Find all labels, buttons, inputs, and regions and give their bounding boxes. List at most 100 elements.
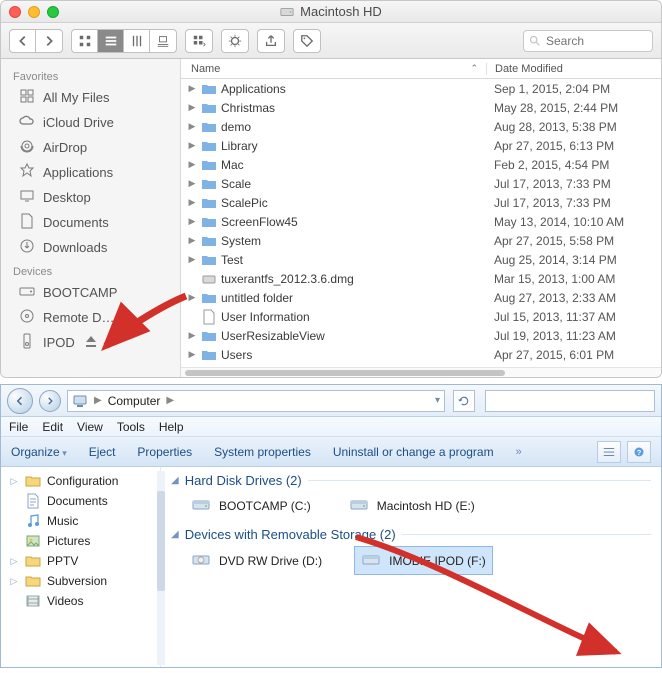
search-input[interactable] bbox=[523, 30, 653, 52]
view-options-button[interactable] bbox=[597, 441, 621, 463]
sidebar-item-music[interactable]: Music bbox=[1, 511, 160, 531]
file-row[interactable]: ▶ChristmasMay 28, 2015, 2:44 PM bbox=[181, 98, 661, 117]
sidebar-item-all-my-files[interactable]: All My Files bbox=[1, 85, 180, 110]
file-row[interactable]: ▶ApplicationsSep 1, 2015, 2:04 PM bbox=[181, 79, 661, 98]
scrollbar-thumb[interactable] bbox=[185, 370, 505, 376]
sidebar-item-videos[interactable]: Videos bbox=[1, 591, 160, 611]
sidebar-item-pictures[interactable]: Pictures bbox=[1, 531, 160, 551]
group-removable-storage[interactable]: ◢Devices with Removable Storage (2) bbox=[171, 527, 651, 542]
expand-icon[interactable]: ▷ bbox=[9, 576, 19, 587]
tags-button[interactable] bbox=[293, 29, 321, 53]
sidebar-item-pptv[interactable]: ▷PPTV bbox=[1, 551, 160, 571]
sidebar-item-airdrop[interactable]: AirDrop bbox=[1, 135, 180, 160]
disclosure-triangle-icon[interactable]: ▶ bbox=[187, 159, 197, 170]
file-row[interactable]: ▶ScreenFlow45May 13, 2014, 10:10 AM bbox=[181, 212, 661, 231]
sidebar-device-remote-d-[interactable]: Remote D… bbox=[1, 305, 180, 330]
disclosure-triangle-icon[interactable]: ▶ bbox=[187, 292, 197, 303]
forward-button[interactable] bbox=[36, 30, 62, 52]
address-dropdown-icon[interactable]: ▾ bbox=[435, 395, 440, 406]
disclosure-triangle-icon[interactable]: ▶ bbox=[187, 349, 197, 360]
disclosure-triangle-icon[interactable]: ▶ bbox=[187, 178, 197, 189]
file-row[interactable]: ▶TestAug 25, 2014, 3:14 PM bbox=[181, 250, 661, 269]
breadcrumb-computer[interactable]: Computer bbox=[108, 394, 161, 408]
explorer-search-input[interactable] bbox=[485, 390, 655, 412]
file-row[interactable]: User InformationJul 15, 2013, 11:37 AM bbox=[181, 307, 661, 326]
file-date: Jul 17, 2013, 7:33 PM bbox=[486, 177, 661, 191]
view-coverflow-button[interactable] bbox=[150, 30, 176, 52]
sidebar-item-documents[interactable]: Documents bbox=[1, 491, 160, 511]
view-columns-button[interactable] bbox=[124, 30, 150, 52]
disclosure-triangle-icon[interactable]: ▶ bbox=[187, 121, 197, 132]
file-name: demo bbox=[221, 120, 251, 134]
column-name[interactable]: Name⌃ bbox=[181, 63, 486, 75]
arrange-menu[interactable] bbox=[185, 29, 213, 53]
disclosure-triangle-icon[interactable]: ▶ bbox=[187, 197, 197, 208]
properties-button[interactable]: Properties bbox=[137, 445, 192, 459]
menu-edit[interactable]: Edit bbox=[42, 420, 63, 434]
sidebar-device-ipod[interactable]: IPOD bbox=[1, 330, 180, 355]
sidebar-item-label: Applications bbox=[43, 165, 113, 180]
sidebar-item-downloads[interactable]: Downloads bbox=[1, 235, 180, 260]
sidebar-item-label: Desktop bbox=[43, 190, 91, 205]
file-row[interactable]: ▶demoAug 28, 2013, 5:38 PM bbox=[181, 117, 661, 136]
file-row[interactable]: ▶untitled folderAug 27, 2013, 2:33 AM bbox=[181, 288, 661, 307]
drive-dvd-rw-drive-d-[interactable]: DVD RW Drive (D:) bbox=[185, 546, 328, 575]
organize-menu[interactable]: Organize bbox=[11, 445, 67, 459]
sidebar-item-icloud-drive[interactable]: iCloud Drive bbox=[1, 110, 180, 135]
drive-icon bbox=[191, 494, 211, 517]
expand-icon[interactable]: ▷ bbox=[9, 476, 19, 487]
sidebar-item-applications[interactable]: Applications bbox=[1, 160, 180, 185]
system-properties-button[interactable]: System properties bbox=[214, 445, 311, 459]
eject-button[interactable]: Eject bbox=[89, 445, 116, 459]
disclosure-triangle-icon[interactable]: ▶ bbox=[187, 140, 197, 151]
file-row[interactable]: ▶MacFeb 2, 2015, 4:54 PM bbox=[181, 155, 661, 174]
menu-tools[interactable]: Tools bbox=[117, 420, 145, 434]
disclosure-triangle-icon[interactable]: ▶ bbox=[187, 235, 197, 246]
file-row[interactable]: ▶UserResizableViewJul 19, 2013, 11:23 AM bbox=[181, 326, 661, 345]
file-row[interactable]: ▶ScaleJul 17, 2013, 7:33 PM bbox=[181, 174, 661, 193]
sidebar-item-documents[interactable]: Documents bbox=[1, 210, 180, 235]
uninstall-program-button[interactable]: Uninstall or change a program bbox=[333, 445, 494, 459]
breadcrumb-separator-icon[interactable]: ▶ bbox=[94, 395, 102, 406]
column-date-modified[interactable]: Date Modified bbox=[486, 63, 661, 75]
disclosure-triangle-icon[interactable]: ▶ bbox=[187, 102, 197, 113]
menu-help[interactable]: Help bbox=[159, 420, 184, 434]
refresh-button[interactable] bbox=[453, 390, 475, 412]
file-row[interactable]: ▶ScalePicJul 17, 2013, 7:33 PM bbox=[181, 193, 661, 212]
file-row[interactable]: ▶LibraryApr 27, 2015, 6:13 PM bbox=[181, 136, 661, 155]
disclosure-triangle-icon[interactable]: ▶ bbox=[187, 216, 197, 227]
back-button[interactable] bbox=[10, 30, 36, 52]
disclosure-triangle-icon[interactable]: ▶ bbox=[187, 83, 197, 94]
file-row[interactable]: tuxerantfs_2012.3.6.dmgMar 15, 2013, 1:0… bbox=[181, 269, 661, 288]
share-button[interactable] bbox=[257, 29, 285, 53]
back-button[interactable] bbox=[7, 388, 33, 414]
drive-macintosh-hd-e-[interactable]: Macintosh HD (E:) bbox=[343, 492, 481, 519]
view-icons-button[interactable] bbox=[72, 30, 98, 52]
sidebar-device-bootcamp[interactable]: BOOTCAMP bbox=[1, 280, 180, 305]
file-date: Apr 27, 2015, 6:13 PM bbox=[486, 139, 661, 153]
expand-icon[interactable]: ▷ bbox=[9, 556, 19, 567]
file-row[interactable]: ▶SystemApr 27, 2015, 5:58 PM bbox=[181, 231, 661, 250]
drive-imobie-ipod-f-[interactable]: IMOBIE IPOD (F:) bbox=[354, 546, 493, 575]
eject-icon[interactable] bbox=[83, 333, 99, 352]
sidebar-item-label: AirDrop bbox=[43, 140, 87, 155]
menu-view[interactable]: View bbox=[77, 420, 103, 434]
help-button[interactable]: ? bbox=[627, 441, 651, 463]
group-hard-disk-drives[interactable]: ◢Hard Disk Drives (2) bbox=[171, 473, 651, 488]
address-bar[interactable]: ▶ Computer ▶ ▾ bbox=[67, 390, 445, 412]
horizontal-scrollbar[interactable] bbox=[181, 367, 661, 377]
sidebar-item-desktop[interactable]: Desktop bbox=[1, 185, 180, 210]
overflow-chevrons-icon[interactable]: » bbox=[516, 446, 522, 458]
breadcrumb-separator-icon[interactable]: ▶ bbox=[166, 395, 174, 406]
menu-file[interactable]: File bbox=[9, 420, 28, 434]
forward-button[interactable] bbox=[39, 390, 61, 412]
sidebar-item-subversion[interactable]: ▷Subversion bbox=[1, 571, 160, 591]
action-menu[interactable] bbox=[221, 29, 249, 53]
drive-bootcamp-c-[interactable]: BOOTCAMP (C:) bbox=[185, 492, 317, 519]
file-row[interactable]: ▶UsersApr 27, 2015, 6:01 PM bbox=[181, 345, 661, 364]
disclosure-triangle-icon[interactable]: ▶ bbox=[187, 254, 197, 265]
finder-titlebar[interactable]: Macintosh HD bbox=[1, 1, 661, 23]
disclosure-triangle-icon[interactable]: ▶ bbox=[187, 330, 197, 341]
view-list-button[interactable] bbox=[98, 30, 124, 52]
sidebar-item-configuration[interactable]: ▷Configuration bbox=[1, 471, 160, 491]
